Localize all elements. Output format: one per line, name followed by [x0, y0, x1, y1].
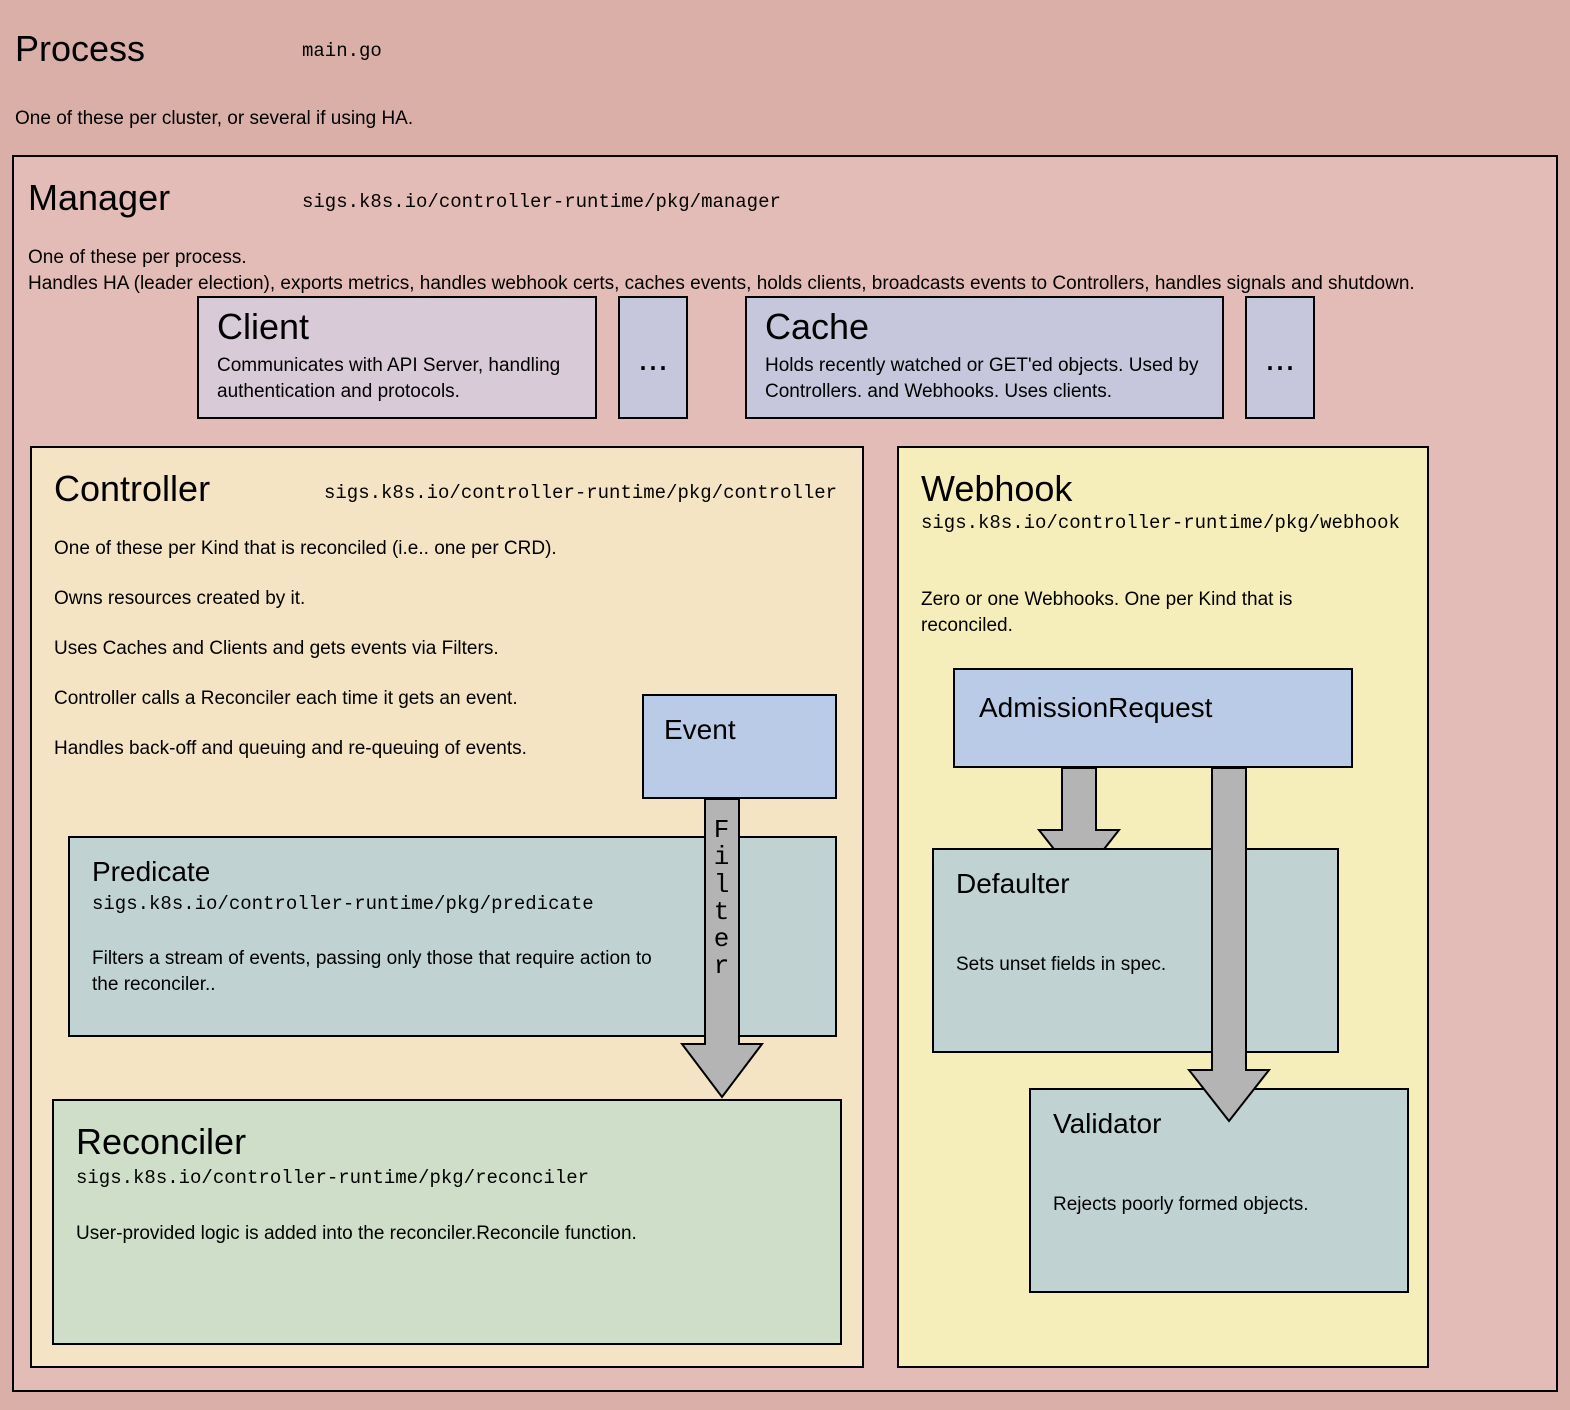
webhook-desc: Zero or one Webhooks. One per Kind that … — [921, 587, 1381, 638]
manager-pkg: sigs.k8s.io/controller-runtime/pkg/manag… — [302, 191, 781, 213]
manager-box: Manager sigs.k8s.io/controller-runtime/p… — [12, 155, 1558, 1392]
controller-desc-3: Uses Caches and Clients and gets events … — [54, 636, 499, 662]
webhook-box: Webhook sigs.k8s.io/controller-runtime/p… — [897, 446, 1429, 1368]
process-pkg: main.go — [302, 40, 382, 62]
admission-request-box: AdmissionRequest — [953, 668, 1353, 768]
cache-title: Cache — [765, 306, 869, 348]
controller-desc-1: One of these per Kind that is reconciled… — [54, 536, 557, 562]
manager-desc: One of these per process. Handles HA (le… — [28, 245, 1538, 296]
validator-desc: Rejects poorly formed objects. — [1053, 1192, 1309, 1218]
process-title: Process — [15, 28, 145, 70]
ellipsis-box-1: ... — [618, 296, 688, 419]
controller-desc-2: Owns resources created by it. — [54, 586, 305, 612]
webhook-title: Webhook — [921, 468, 1072, 510]
predicate-title: Predicate — [92, 856, 210, 888]
controller-desc-5: Handles back-off and queuing and re-queu… — [54, 736, 527, 762]
ellipsis-2: ... — [1265, 337, 1295, 379]
event-box: Event — [642, 694, 837, 799]
validator-title: Validator — [1053, 1108, 1161, 1140]
process-desc: One of these per cluster, or several if … — [15, 106, 413, 132]
filter-label: Filter — [677, 817, 767, 981]
client-box: Client Communicates with API Server, han… — [197, 296, 597, 419]
ellipsis-box-2: ... — [1245, 296, 1315, 419]
defaulter-desc: Sets unset fields in spec. — [956, 952, 1166, 978]
admission-request-title: AdmissionRequest — [979, 692, 1212, 724]
controller-desc-4: Controller calls a Reconciler each time … — [54, 686, 518, 712]
reconciler-box: Reconciler sigs.k8s.io/controller-runtim… — [52, 1099, 842, 1345]
reconciler-pkg: sigs.k8s.io/controller-runtime/pkg/recon… — [76, 1167, 589, 1189]
arrow-admission-validator-icon — [1184, 768, 1274, 1123]
predicate-pkg: sigs.k8s.io/controller-runtime/pkg/predi… — [92, 893, 594, 915]
webhook-pkg: sigs.k8s.io/controller-runtime/pkg/webho… — [921, 512, 1400, 534]
cache-desc: Holds recently watched or GET'ed objects… — [765, 353, 1215, 404]
controller-box: Controller sigs.k8s.io/controller-runtim… — [30, 446, 864, 1368]
ellipsis-1: ... — [638, 337, 668, 379]
cache-box: Cache Holds recently watched or GET'ed o… — [745, 296, 1224, 419]
reconciler-desc: User-provided logic is added into the re… — [76, 1221, 816, 1247]
defaulter-title: Defaulter — [956, 868, 1070, 900]
reconciler-title: Reconciler — [76, 1121, 246, 1163]
filter-arrow-icon: Filter — [677, 799, 767, 1099]
client-desc: Communicates with API Server, handling a… — [217, 353, 587, 404]
defaulter-box: Defaulter Sets unset fields in spec. — [932, 848, 1339, 1053]
manager-title: Manager — [28, 177, 170, 219]
event-title: Event — [664, 714, 736, 746]
controller-title: Controller — [54, 468, 210, 510]
controller-pkg: sigs.k8s.io/controller-runtime/pkg/contr… — [324, 482, 837, 504]
client-title: Client — [217, 306, 309, 348]
predicate-desc: Filters a stream of events, passing only… — [92, 946, 662, 997]
